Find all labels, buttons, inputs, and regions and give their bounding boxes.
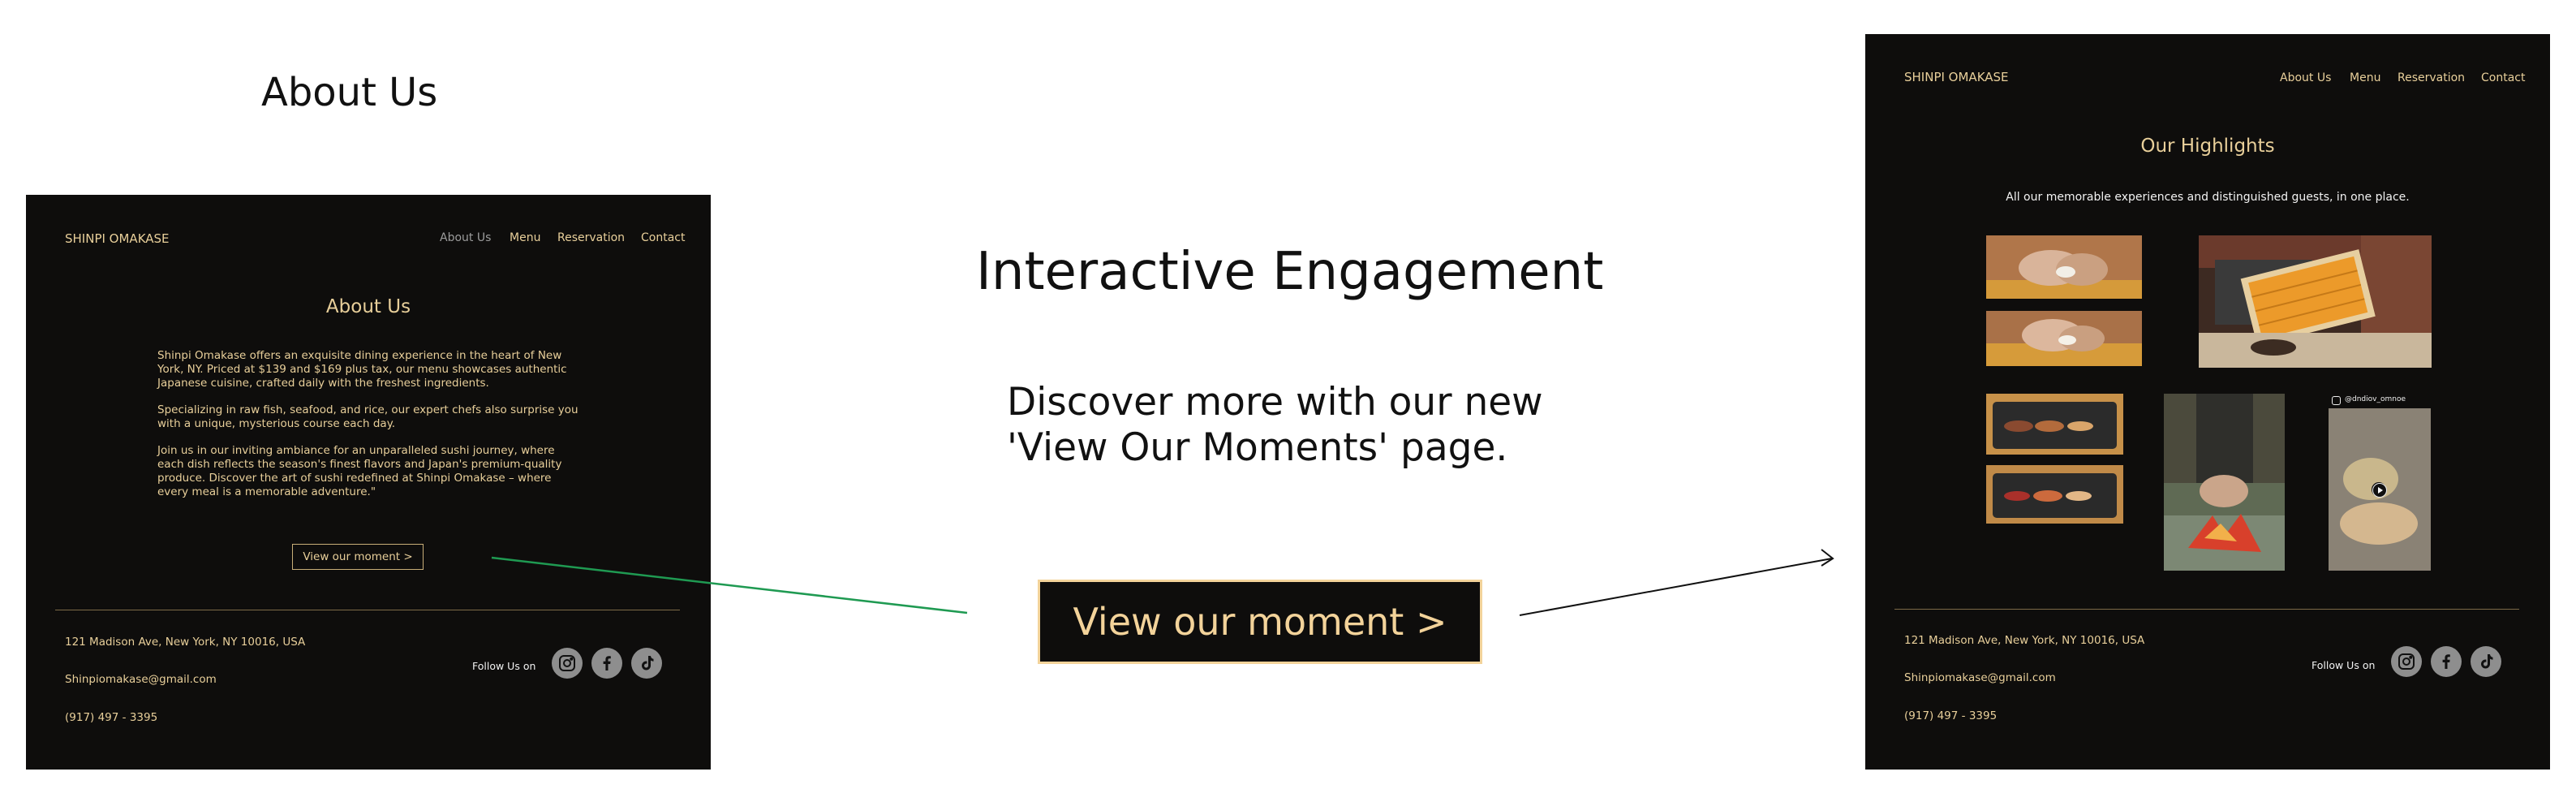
gallery-photo-hand-sushi-1[interactable]: [1986, 235, 2142, 299]
instagram-icon: [2332, 396, 2341, 405]
top-nav: About Us Menu Reservation Contact: [1865, 71, 2550, 88]
facebook-button[interactable]: [2431, 646, 2462, 677]
page-subtitle: All our memorable experiences and distin…: [2006, 191, 2410, 204]
tiktok-button[interactable]: [2471, 646, 2501, 677]
footer-phone: (917) 497 - 3395: [1904, 709, 1998, 722]
footer-address: 121 Madison Ave, New York, NY 10016, USA: [1904, 634, 2145, 647]
footer-email[interactable]: Shinpiomakase@gmail.com: [1904, 671, 2056, 684]
facebook-icon: [2442, 654, 2450, 669]
footer-divider: [1894, 609, 2519, 610]
gallery-photo-nigiri-plate-2[interactable]: [1986, 465, 2123, 524]
arrow-head-icon: [1821, 549, 1834, 567]
instagram-icon: [2398, 653, 2415, 670]
instagram-handle: @dndiov_omnoe: [2345, 395, 2406, 403]
instagram-button[interactable]: [2391, 646, 2422, 677]
black-connector-arrow: [1519, 558, 1833, 616]
gallery-photo-instagram-reel[interactable]: @dndiov_omnoe: [2329, 394, 2431, 571]
green-connector-line: [491, 556, 968, 614]
page-title: Our Highlights: [2140, 136, 2275, 157]
nav-about-us[interactable]: About Us: [2280, 71, 2331, 84]
nav-reservation[interactable]: Reservation: [2398, 71, 2465, 84]
nav-menu[interactable]: Menu: [2350, 71, 2380, 84]
highlights-page-mockup: SHINPI OMAKASE About Us Menu Reservation…: [1865, 34, 2550, 770]
follow-us-label: Follow Us on: [2312, 659, 2376, 671]
gallery-photo-chef-plating[interactable]: [2164, 394, 2285, 571]
gallery-photo-uni-box[interactable]: [2199, 235, 2432, 368]
play-icon[interactable]: [2372, 483, 2387, 498]
gallery-photo-hand-sushi-2[interactable]: [1986, 311, 2142, 366]
nav-contact[interactable]: Contact: [2481, 71, 2525, 84]
tiktok-icon: [2481, 654, 2493, 669]
gallery-photo-nigiri-plate-1[interactable]: [1986, 394, 2123, 455]
